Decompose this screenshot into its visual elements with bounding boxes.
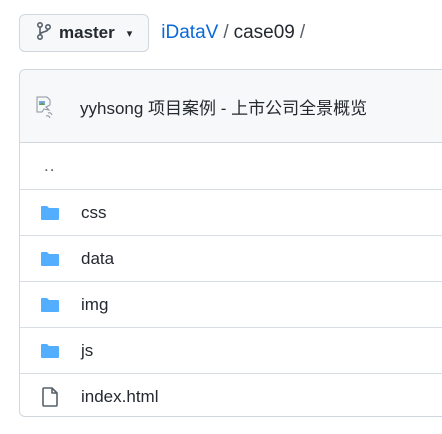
- file-icon: [40, 387, 60, 407]
- repo-navigation-bar: master ▾ iDataV / case09 /: [19, 13, 442, 53]
- chevron-down-icon: ▾: [126, 27, 133, 40]
- branch-name: master: [59, 23, 115, 42]
- folder-icon: [40, 342, 60, 360]
- folder-icon: [40, 296, 60, 314]
- list-item[interactable]: js: [20, 328, 442, 374]
- broken-avatar-image-icon[interactable]: [34, 95, 56, 119]
- list-item[interactable]: index.html: [20, 374, 442, 416]
- parent-directory-label: ..: [44, 156, 56, 175]
- git-branch-icon: [36, 21, 52, 45]
- list-item[interactable]: css: [20, 190, 442, 236]
- breadcrumb: iDataV / case09 /: [161, 22, 305, 44]
- breadcrumb-separator: /: [299, 22, 306, 43]
- breadcrumb-current-dir: case09: [233, 22, 295, 43]
- branch-selector-button[interactable]: master ▾: [19, 14, 150, 52]
- breadcrumb-separator: /: [223, 22, 229, 43]
- file-browser-panel: yyhsong 项目案例 - 上市公司全景概览 .. css data img …: [19, 69, 442, 417]
- commit-message[interactable]: yyhsong 项目案例 - 上市公司全景概览: [80, 94, 367, 119]
- latest-commit-bar: yyhsong 项目案例 - 上市公司全景概览: [20, 70, 442, 143]
- list-item[interactable]: data: [20, 236, 442, 282]
- file-name[interactable]: css: [81, 203, 107, 223]
- list-item[interactable]: img: [20, 282, 442, 328]
- parent-directory-link[interactable]: ..: [20, 143, 442, 190]
- file-name[interactable]: index.html: [81, 387, 158, 407]
- folder-icon: [40, 204, 60, 222]
- folder-icon: [40, 250, 60, 268]
- file-name[interactable]: data: [81, 249, 114, 269]
- breadcrumb-repo-link[interactable]: iDataV: [161, 22, 218, 44]
- file-name[interactable]: js: [81, 341, 93, 361]
- file-name[interactable]: img: [81, 295, 108, 315]
